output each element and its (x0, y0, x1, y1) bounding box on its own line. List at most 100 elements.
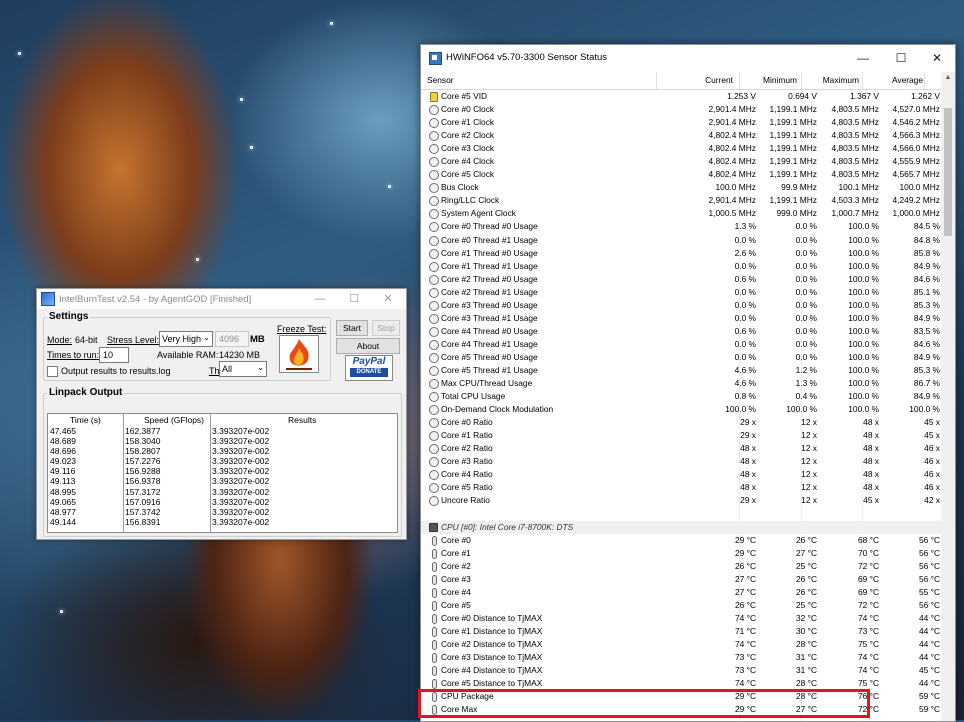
sensor-name: Core #1 Clock (441, 117, 495, 128)
sensor-row[interactable]: Core #3 Thread #1 Usage 0.0 % 0.0 % 100.0 %… (421, 312, 941, 325)
sensor-row[interactable]: Core #5 Thread #0 Usage 0.0 % 0.0 % 100.0 %… (421, 351, 941, 364)
times-to-run-input[interactable]: 10 (99, 347, 129, 363)
sensor-row[interactable]: Core #4 Ratio 48 x 12 x 48 x 46 x (421, 468, 941, 481)
sensor-row[interactable]: Core #3 Thread #0 Usage 0.0 % 0.0 % 100.0 %… (421, 299, 941, 312)
sensor-row[interactable]: Core #0 Thread #1 Usage 0.0 % 0.0 % 100.0 %… (421, 234, 941, 247)
sensor-name: Total CPU Usage (441, 391, 506, 402)
scrollbar-thumb[interactable] (944, 108, 952, 236)
sensor-row[interactable]: Core #0 Thread #0 Usage 1.3 % 0.0 % 100.0 %… (421, 220, 941, 233)
sensor-maximum-value: 4,803.5 MHz (831, 130, 879, 141)
sensor-row[interactable]: Core #5 Clock 4,802.4 MHz 1,199.1 MHz 4,803… (421, 168, 941, 181)
sensor-circle-icon (429, 131, 439, 142)
close-icon[interactable]: ✕ (373, 289, 403, 309)
sensor-maximum-value: 4,803.5 MHz (831, 156, 879, 167)
sensor-row[interactable]: Core #1 Ratio 29 x 12 x 48 x 45 x (421, 429, 941, 442)
table-cell: 3.393207e-002 (212, 506, 270, 517)
sensor-row[interactable]: Core #2 Distance to TjMAX 74 °C 28 °C 75 °C… (421, 638, 941, 651)
sensor-row[interactable]: Core #0 29 °C 26 °C 68 °C 56 °C (421, 534, 941, 547)
column-header-maximum[interactable]: Maximum (823, 75, 859, 85)
sensor-row[interactable]: Core #3 27 °C 26 °C 69 °C 56 °C (421, 573, 941, 586)
freeze-test-flame-icon[interactable] (279, 335, 319, 373)
sensor-row[interactable]: Core #5 Thread #1 Usage 4.6 % 1.2 % 100.0 %… (421, 364, 941, 377)
start-button[interactable]: Start (336, 320, 368, 336)
column-header-sensor[interactable]: Sensor (427, 75, 454, 85)
column-header-minimum[interactable]: Minimum (763, 75, 797, 85)
sensor-row[interactable]: Core #4 Distance to TjMAX 73 °C 31 °C 74 °C… (421, 664, 941, 677)
sensor-average-value: 84.9 % (913, 391, 940, 402)
sensor-row[interactable]: Core #2 Thread #0 Usage 0.6 % 0.0 % 100.0 %… (421, 273, 941, 286)
sensor-average-value: 4,555.9 MHz (892, 156, 940, 167)
sensor-row[interactable]: Core #2 Thread #1 Usage 0.0 % 0.0 % 100.0 %… (421, 286, 941, 299)
column-header-average[interactable]: Average (892, 75, 923, 85)
sensor-row[interactable]: Core #1 Thread #0 Usage 2.6 % 0.0 % 100.0 %… (421, 247, 941, 260)
sensor-row[interactable]: Total CPU Usage 0.8 % 0.4 % 100.0 % 84.9 % (421, 390, 941, 403)
table-cell: 3.393207e-002 (212, 486, 270, 497)
sensor-name: Core #0 Thread #1 Usage (441, 234, 538, 245)
sensor-name: On-Demand Clock Modulation (441, 404, 554, 415)
sensor-row[interactable]: System Agent Clock 1,000.5 MHz 999.0 MHz 1,… (421, 207, 941, 220)
sensor-row[interactable]: Core #0 Clock 2,901.4 MHz 1,199.1 MHz 4,803… (421, 103, 941, 116)
sensor-row[interactable]: Bus Clock 100.0 MHz 99.9 MHz 100.1 MHz 100.0… (421, 181, 941, 194)
sensor-row[interactable]: Core #0 Distance to TjMAX 74 °C 32 °C 74 °C… (421, 612, 941, 625)
sensor-row[interactable]: Core #3 Clock 4,802.4 MHz 1,199.1 MHz 4,803… (421, 142, 941, 155)
sensor-row[interactable]: Core #1 29 °C 27 °C 70 °C 56 °C (421, 547, 941, 560)
sensor-row[interactable]: Core #5 Ratio 48 x 12 x 48 x 46 x (421, 481, 941, 494)
sensor-row[interactable]: Core #2 26 °C 25 °C 72 °C 56 °C (421, 560, 941, 573)
sensor-minimum-value: 0.694 V (788, 91, 817, 101)
sensor-row[interactable]: Ring/LLC Clock 2,901.4 MHz 1,199.1 MHz 4,50… (421, 194, 941, 207)
minimize-icon[interactable]: — (845, 45, 881, 71)
sensor-average-value: 85.3 % (913, 364, 940, 375)
sensor-current-value: 0.6 % (734, 273, 756, 284)
output-results-checkbox[interactable] (47, 366, 58, 377)
maximize-icon[interactable]: ☐ (339, 289, 369, 309)
hwinfo-titlebar[interactable]: HWiNFO64 v5.70-3300 Sensor Status — ☐ ✕ (421, 45, 955, 71)
sensor-current-value: 2,901.4 MHz (708, 117, 756, 128)
sensor-row[interactable]: Core #3 Distance to TjMAX 73 °C 31 °C 74 °C… (421, 651, 941, 664)
sensor-circle-icon (429, 352, 439, 363)
sensor-row[interactable]: Core #4 Clock 4,802.4 MHz 1,199.1 MHz 4,803… (421, 155, 941, 168)
star (196, 258, 199, 261)
close-icon[interactable]: ✕ (919, 45, 955, 71)
sensor-row[interactable]: Core #1 Thread #1 Usage 0.0 % 0.0 % 100.0 %… (421, 260, 941, 273)
vertical-scrollbar[interactable]: ▲ (941, 72, 955, 721)
maximize-icon[interactable]: ☐ (883, 45, 919, 71)
ibt-titlebar[interactable]: IntelBurnTest v2.54 - by AgentGOD [Finis… (37, 289, 406, 309)
sensor-row[interactable]: Uncore Ratio 29 x 12 x 45 x 42 x (421, 494, 941, 507)
sensor-row[interactable]: Max CPU/Thread Usage 4.6 % 1.3 % 100.0 % 86.… (421, 377, 941, 390)
threads-value: All (222, 364, 233, 374)
thermometer-icon (432, 548, 437, 559)
speed-column-cells: 162.3877 158.3040 158.2807 157.2276 156.9288… (125, 426, 160, 527)
sensor-current-value: 73 °C (734, 651, 756, 662)
sensor-maximum-value: 73 °C (857, 625, 879, 636)
threads-select[interactable]: All ⌄ (219, 361, 267, 377)
stop-button[interactable]: Stop (372, 320, 400, 336)
linpack-results-table[interactable]: Time (s) Speed (GFlops) Results 47.465 48… (47, 413, 398, 533)
sensor-average-value: 46 x (924, 482, 940, 493)
sensor-maximum-value: 4,803.5 MHz (831, 169, 879, 180)
memory-size-input[interactable]: 4096 (215, 331, 249, 347)
sensor-maximum-value: 75 °C (857, 678, 879, 689)
sensor-row[interactable] (421, 508, 941, 521)
sensor-row[interactable]: Core #4 Thread #0 Usage 0.6 % 0.0 % 100.0 %… (421, 325, 941, 338)
sensor-row[interactable]: Core #5 26 °C 25 °C 72 °C 56 °C (421, 599, 941, 612)
sensor-row[interactable]: Core #3 Ratio 48 x 12 x 48 x 46 x (421, 455, 941, 468)
scroll-up-icon[interactable]: ▲ (941, 74, 955, 81)
sensor-group-row[interactable]: CPU [#0]: Intel Core i7-8700K: DTS (421, 520, 941, 534)
sensor-row[interactable]: Core #1 Distance to TjMAX 71 °C 30 °C 73 °C… (421, 625, 941, 638)
sensor-circle-icon (429, 444, 439, 455)
sensor-row[interactable]: Core #1 Clock 2,901.4 MHz 1,199.1 MHz 4,803… (421, 116, 941, 129)
sensor-minimum-value: 1.2 % (795, 364, 817, 375)
about-button[interactable]: About (336, 338, 400, 354)
sensor-row[interactable]: Core #2 Ratio 48 x 12 x 48 x 46 x (421, 442, 941, 455)
minimize-icon[interactable]: — (305, 289, 335, 309)
sensor-row[interactable]: Core #5 VID 1.253 V 0.694 V 1.367 V 1.262 V (421, 90, 941, 103)
stress-level-select[interactable]: Very High ⌄ (159, 331, 213, 347)
sensor-row[interactable]: Core #0 Ratio 29 x 12 x 48 x 45 x (421, 416, 941, 429)
sensor-row[interactable]: Core #4 27 °C 26 °C 69 °C 55 °C (421, 586, 941, 599)
sensor-row[interactable]: Core #4 Thread #1 Usage 0.0 % 0.0 % 100.0 %… (421, 338, 941, 351)
column-header-current[interactable]: Current (705, 75, 733, 85)
sensor-row[interactable]: Core #2 Clock 4,802.4 MHz 1,199.1 MHz 4,803… (421, 129, 941, 142)
sensor-circle-icon (429, 248, 439, 259)
sensor-row[interactable]: On-Demand Clock Modulation 100.0 % 100.0 %… (421, 403, 941, 416)
paypal-donate-button[interactable]: PayPal DONATE (345, 355, 393, 381)
